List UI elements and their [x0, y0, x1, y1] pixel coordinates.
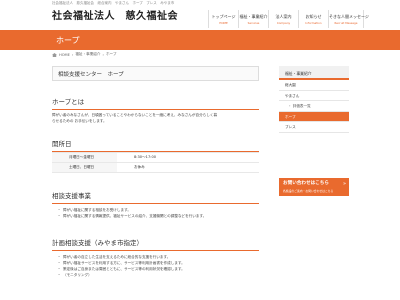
nav-sublabel: Company [276, 21, 291, 25]
list-item: 障がい福祉に関する情報提供、福祉サービスの紹介、支援機関との調整などを行います。 [58, 213, 258, 219]
hours-label: 月曜日～金曜日 [52, 152, 117, 163]
nav-sublabel: Services [247, 21, 260, 25]
nav-home[interactable]: トップページ HOME [208, 10, 238, 28]
nav-information[interactable]: お知らせ Information [298, 10, 328, 28]
breadcrumb-separator: › [71, 52, 74, 57]
main-content: 相談支援センター ホープ ホープとは 障がい者のみなさんが、日頃困っていることや… [52, 66, 259, 278]
breadcrumb-services[interactable]: 福祉・事業紹介 [75, 52, 100, 57]
hours-label: 土曜日、日曜日 [52, 162, 117, 173]
breadcrumb-home[interactable]: HOME [59, 53, 70, 57]
hours-value: 8:30～17:00 [117, 152, 259, 163]
nav-recruit[interactable]: そきな人間メッセージ Recruit Message [328, 10, 369, 28]
site-logo[interactable]: 社会福祉法人 慈久福祉会 [52, 7, 178, 22]
nav-label: 法人案内 [275, 14, 292, 19]
nav-label: そきな人間メッセージ [329, 14, 369, 19]
sidebar-nav: 福祉・事業紹介 総大園 やまさん ・ 評価表一覧 ホープ ブレス [279, 66, 349, 133]
contact-subtitle: 各施設のご案内・お問い合わせはこちら [283, 189, 334, 193]
sidebar-item-sodaien[interactable]: 総大園 [279, 80, 349, 91]
hours-table: 月曜日～金曜日 8:30～17:00 土曜日、日曜日 お休み [52, 152, 259, 173]
plan-heading: 計画相談支援（みやま市指定） [52, 237, 259, 251]
about-heading: ホープとは [52, 96, 259, 110]
contact-button[interactable]: お問い合わせはこちら 各施設のご案内・お問い合わせはこちら » [279, 178, 349, 196]
list-item: （モニタリング） [58, 272, 258, 278]
table-row: 土曜日、日曜日 お休み [52, 162, 259, 173]
nav-sublabel: Information [305, 21, 322, 25]
hours-value: お休み [117, 162, 259, 173]
page-banner: ホープ [0, 30, 400, 50]
nav-label: お知らせ [305, 14, 322, 19]
chevron-right-icon: » [342, 181, 346, 187]
sidebar-item-hope[interactable]: ホープ [279, 111, 349, 123]
hours-heading: 開所日 [52, 138, 259, 152]
site-header: 社会福祉法人 慈久福祉会 総合案内 やまさん ホープ ブレス みやま市 社会福祉… [0, 0, 400, 28]
table-row: 月曜日～金曜日 8:30～17:00 [52, 152, 259, 163]
banner-title: ホープ [56, 36, 80, 45]
page-title: 相談支援センター ホープ [52, 66, 259, 81]
sidebar-header: 福祉・事業紹介 [279, 66, 349, 80]
plan-list: 障がい者の自立した生活を支えるために総合的な支援を行います。 障がい福祉サービス… [58, 254, 258, 278]
home-icon [52, 52, 57, 57]
nav-company[interactable]: 法人案内 Company [268, 10, 298, 28]
global-nav: トップページ HOME 福祉・事業紹介 Services 法人案内 Compan… [208, 10, 369, 28]
about-text-line2: らせるための お手伝いをします。 [52, 119, 107, 123]
header-tagline: 社会福祉法人 慈久福祉会 総合案内 やまさん ホープ ブレス みやま市 [52, 1, 175, 5]
sidebar-item-evaluation[interactable]: ・ 評価表一覧 [279, 101, 349, 112]
sidebar-item-yamasan[interactable]: やまさん [279, 91, 349, 102]
consult-heading: 相談支援事業 [52, 190, 259, 204]
breadcrumb-separator: › [102, 52, 104, 57]
breadcrumb: HOME › 福祉・事業紹介 › ホープ [52, 52, 117, 57]
breadcrumb-current: ホープ [105, 52, 117, 56]
sidebar-item-bless[interactable]: ブレス [279, 122, 349, 133]
nav-sublabel: HOME [219, 21, 228, 25]
consult-list: 障がい福祉に関する相談をお受けします。 障がい福祉に関する情報提供、福祉サービス… [58, 207, 258, 219]
nav-label: 福祉・事業紹介 [239, 14, 268, 19]
contact-title: お問い合わせはこちら [283, 181, 329, 186]
nav-sublabel: Recruit Message [334, 21, 358, 25]
nav-services[interactable]: 福祉・事業紹介 Services [238, 10, 268, 28]
nav-label: トップページ [211, 14, 236, 19]
